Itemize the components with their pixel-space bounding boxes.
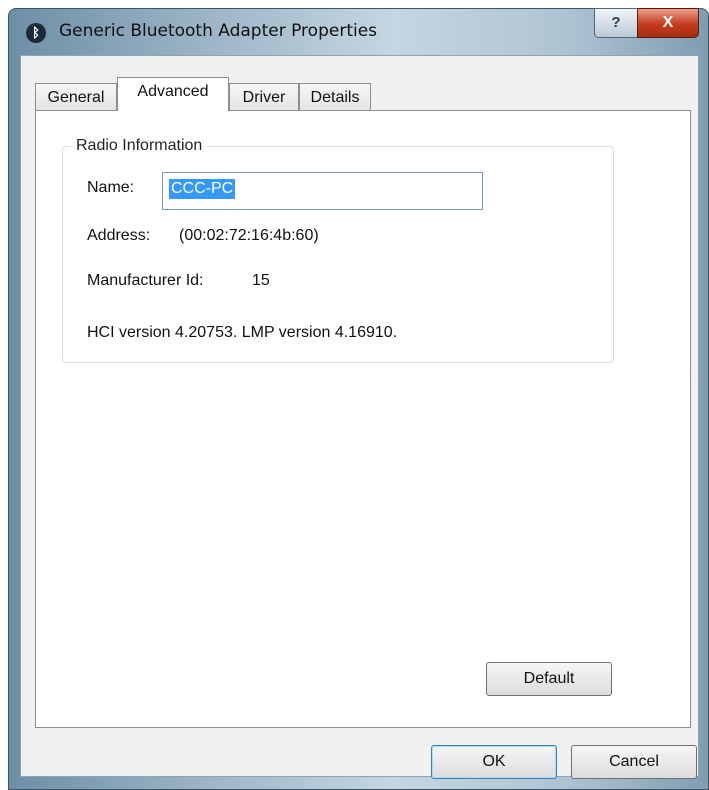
name-label: Name: (87, 179, 135, 196)
advanced-tab-panel: Radio Information Name: CCC-PC Address: … (35, 110, 691, 728)
tab-advanced[interactable]: Advanced (117, 77, 229, 111)
close-button[interactable]: X (637, 8, 699, 38)
version-info: HCI version 4.20753. LMP version 4.16910… (87, 324, 398, 341)
name-input-value: CCC-PC (169, 179, 236, 199)
cancel-button[interactable]: Cancel (571, 745, 697, 779)
address-value: (00:02:72:16:4b:60) (179, 227, 319, 244)
manufacturer-value: 15 (252, 272, 270, 289)
name-input[interactable]: CCC-PC (162, 172, 483, 210)
tab-details[interactable]: Details (299, 83, 371, 111)
help-button[interactable]: ? (594, 8, 638, 38)
properties-window: ᛒ Generic Bluetooth Adapter Properties ?… (8, 8, 709, 790)
tab-general[interactable]: General (35, 83, 117, 111)
title-bar[interactable]: ᛒ Generic Bluetooth Adapter Properties ?… (9, 8, 708, 55)
tab-driver[interactable]: Driver (229, 83, 299, 111)
ok-button[interactable]: OK (431, 745, 557, 779)
bluetooth-icon: ᛒ (26, 23, 46, 43)
address-label: Address: (87, 227, 151, 244)
manufacturer-label: Manufacturer Id: (87, 272, 204, 289)
group-legend: Radio Information (71, 137, 208, 155)
default-button[interactable]: Default (486, 662, 612, 696)
dialog-client-area: General Advanced Driver Details Radio In… (20, 55, 699, 779)
window-title: Generic Bluetooth Adapter Properties (59, 21, 378, 41)
radio-information-group: Radio Information Name: CCC-PC Address: … (62, 137, 614, 363)
